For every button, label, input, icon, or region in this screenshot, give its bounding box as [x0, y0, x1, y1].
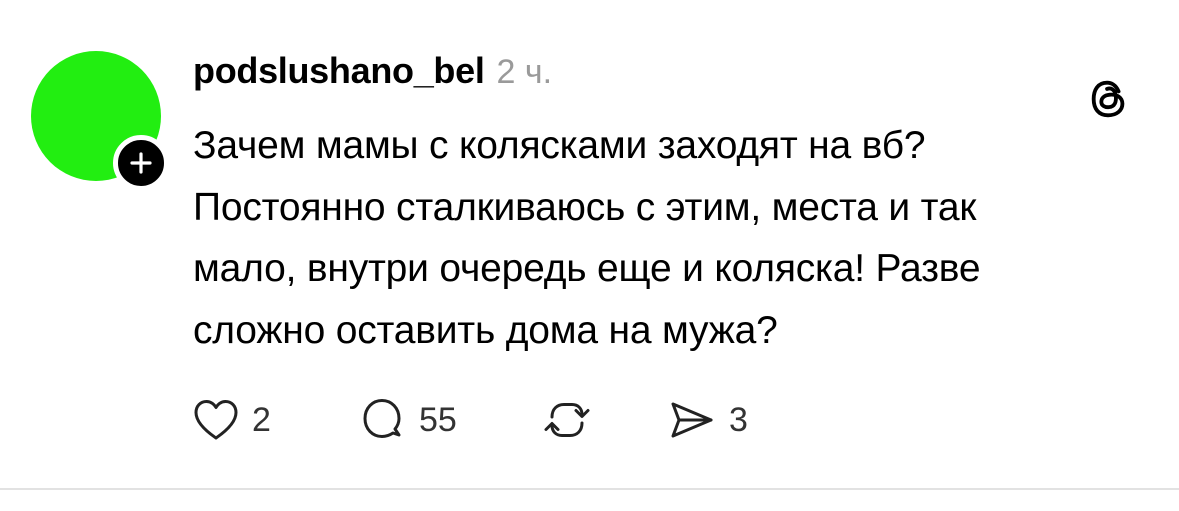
post-text-line: мало, внутри очередь еще и коляска! Разв… [193, 247, 981, 290]
post-body: Зачем мамы с колясками заходят на вб? По… [193, 115, 1153, 361]
repost-icon [544, 403, 590, 437]
plus-icon [130, 152, 152, 174]
post-text-line: Зачем мамы с колясками заходят на вб? [193, 124, 926, 167]
action-bar: 2 55 3 [190, 392, 748, 448]
share-count: 3 [729, 400, 748, 439]
post-card[interactable]: podslushano_bel 2 ч. Зачем мамы с коляск… [0, 0, 1179, 488]
post-divider [0, 488, 1179, 490]
repost-button[interactable] [540, 393, 665, 447]
avatar-container[interactable] [31, 51, 169, 191]
post-timestamp: 2 ч. [496, 53, 553, 91]
comment-icon [363, 399, 401, 438]
like-count: 2 [252, 400, 271, 439]
heart-icon [194, 400, 238, 440]
send-icon [671, 402, 713, 438]
post-text-line: сложно оставить дома на мужа? [193, 308, 778, 352]
reply-button[interactable]: 55 [355, 393, 540, 447]
follow-button[interactable] [113, 135, 169, 191]
share-button[interactable]: 3 [665, 393, 748, 447]
post-text-line: Постоянно сталкиваюсь с этим, места и та… [193, 185, 977, 229]
username-link[interactable]: podslushano_bel [193, 50, 485, 92]
reply-count: 55 [419, 400, 457, 439]
like-button[interactable]: 2 [190, 394, 355, 446]
post-header: podslushano_bel 2 ч. [193, 50, 552, 98]
